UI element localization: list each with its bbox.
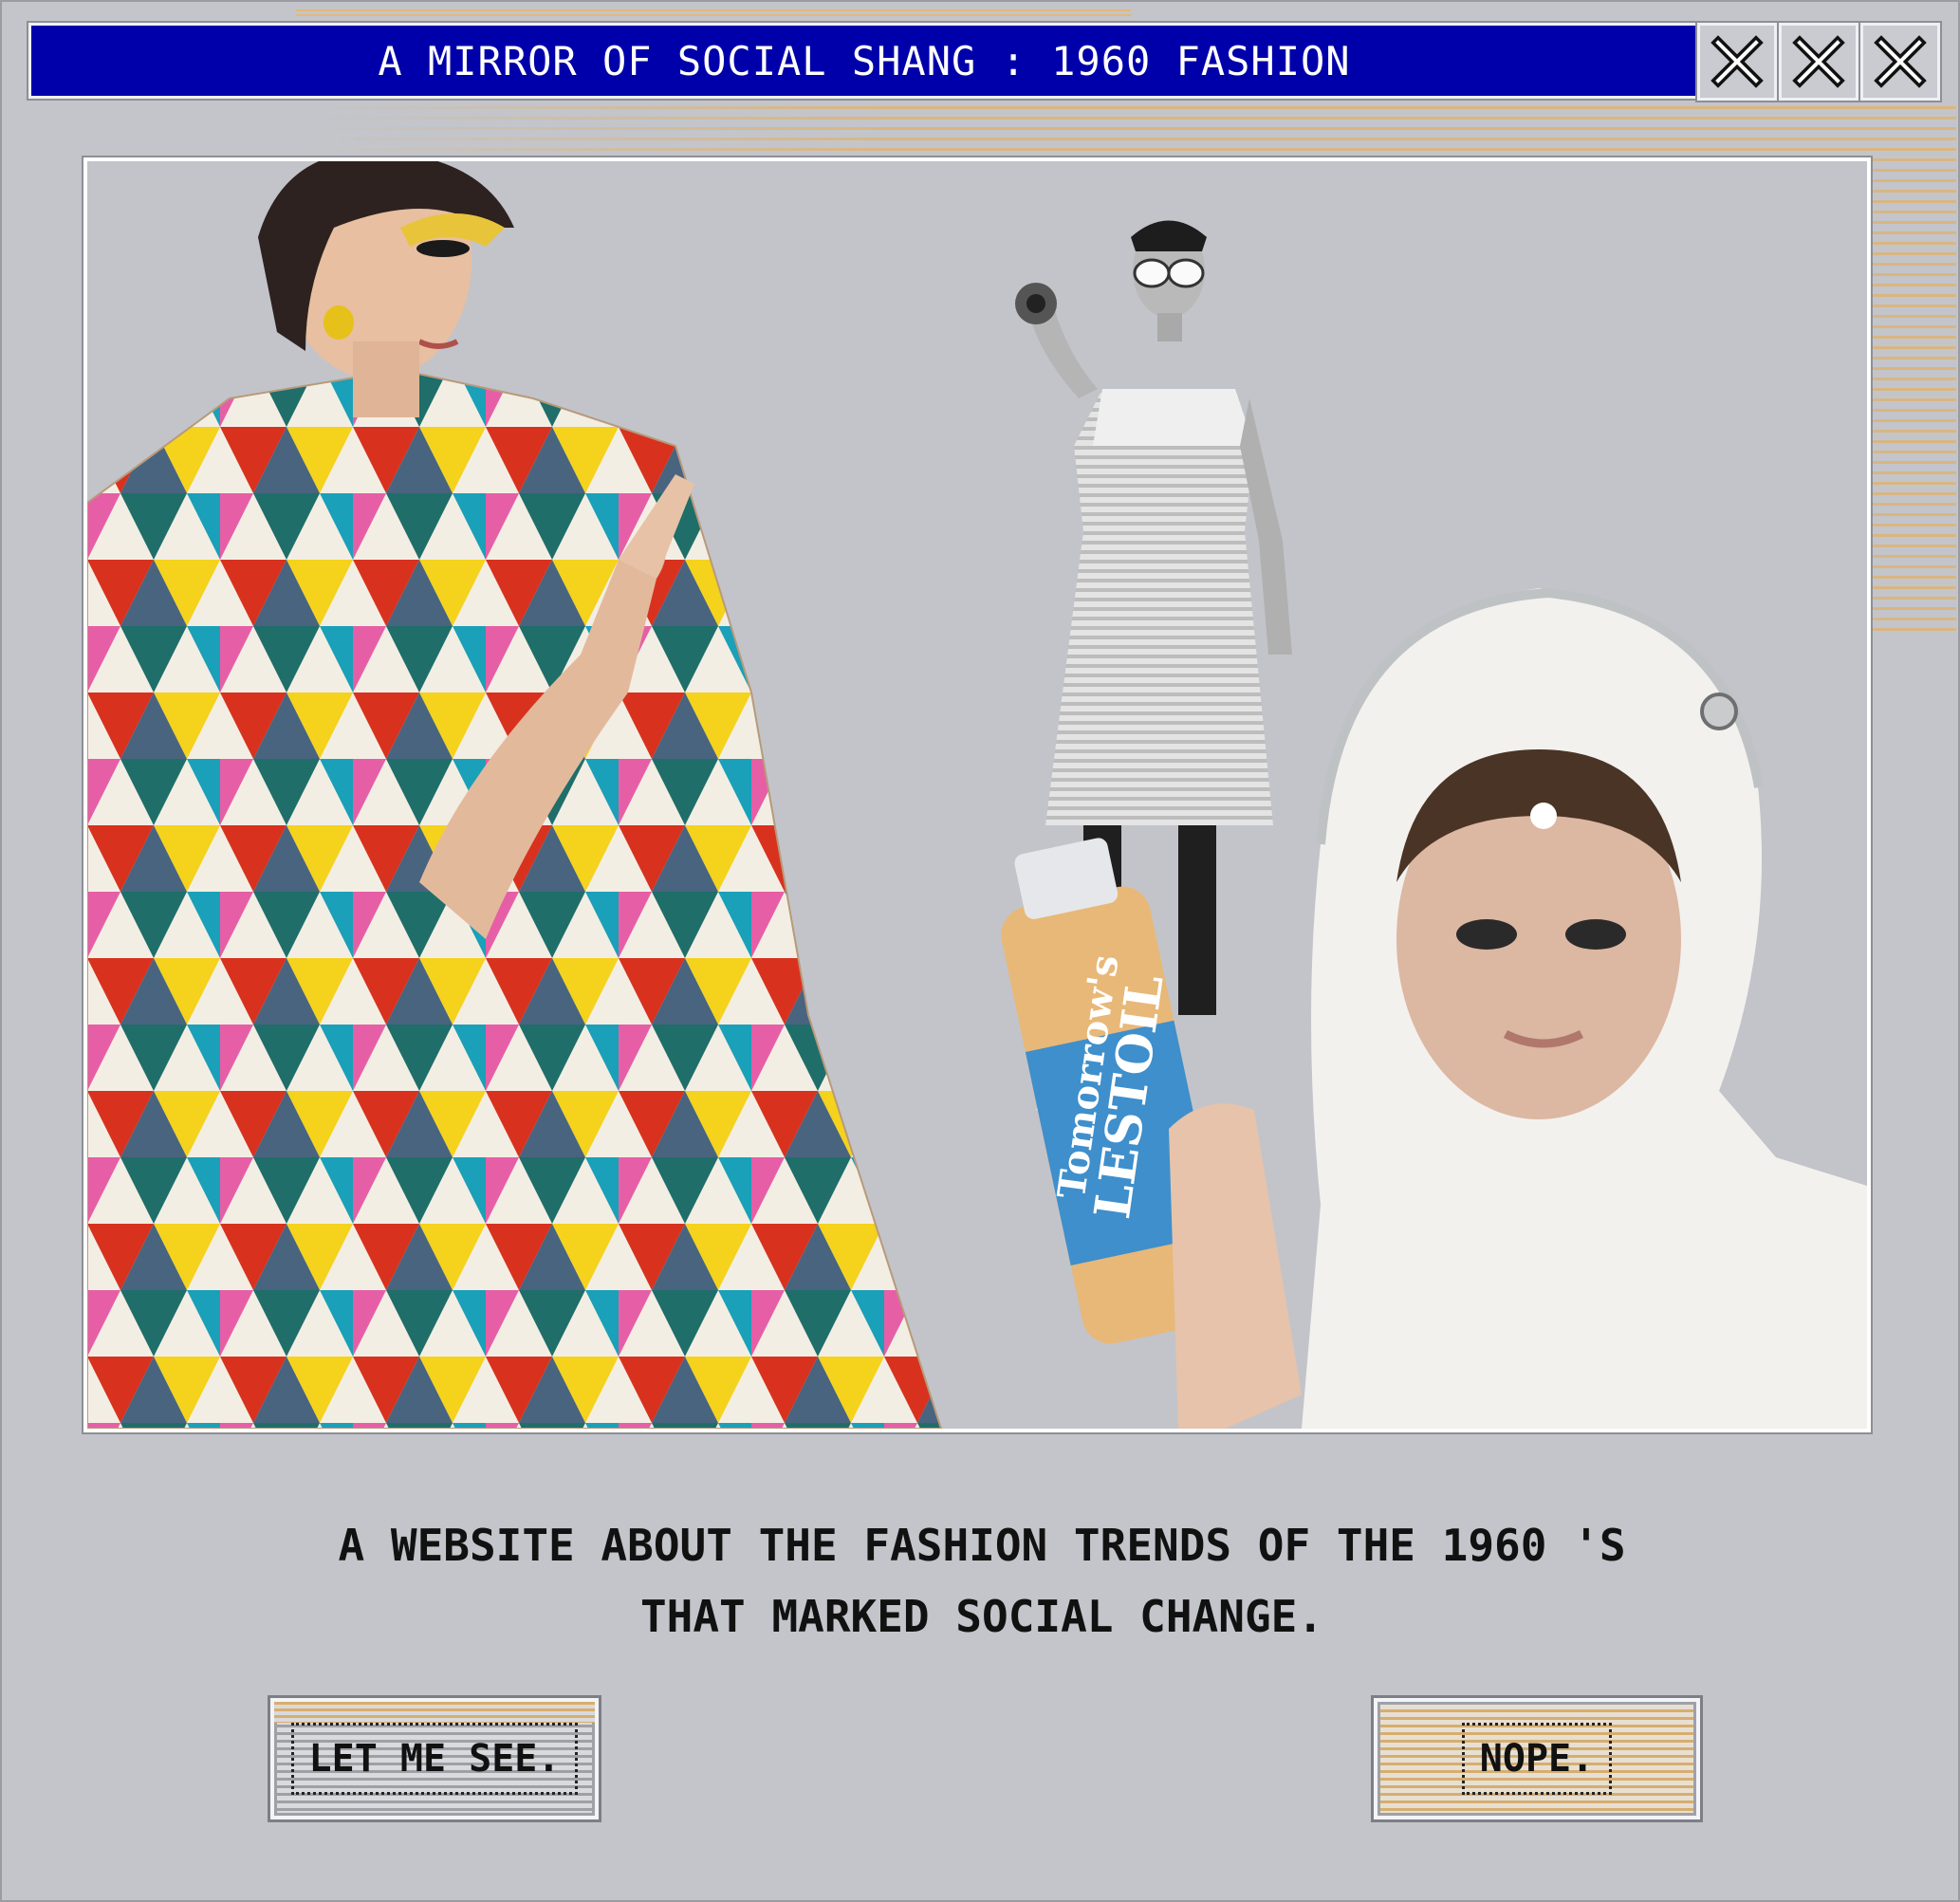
let-me-see-label: LET ME SEE.: [290, 1723, 579, 1795]
intro-line-1: A WEBSITE ABOUT THE FASHION TRENDS OF TH…: [338, 1520, 1626, 1571]
close-icon: [1710, 35, 1764, 88]
app-window: A MIRROR OF SOCIAL SHANG : 1960 FASHION: [0, 0, 1960, 1902]
intro-line-2: THAT MARKED SOCIAL CHANGE.: [639, 1591, 1324, 1642]
close-button-3[interactable]: [1860, 23, 1940, 101]
close-icon: [1874, 35, 1927, 88]
title-bar[interactable]: A MIRROR OF SOCIAL SHANG : 1960 FASHION: [28, 23, 1700, 99]
close-button-2[interactable]: [1779, 23, 1858, 101]
close-button-1[interactable]: [1697, 23, 1777, 101]
decorative-stripes: [296, 9, 1131, 19]
let-me-see-button[interactable]: LET ME SEE.: [270, 1698, 599, 1819]
nope-label: NOPE.: [1461, 1723, 1613, 1795]
close-icon: [1792, 35, 1845, 88]
collage-image: Tomorrow's LESTOIL: [83, 157, 1871, 1432]
fashion-collage-illustration: Tomorrow's LESTOIL: [87, 161, 1867, 1429]
nope-button[interactable]: NOPE.: [1374, 1698, 1700, 1819]
window-title: A MIRROR OF SOCIAL SHANG : 1960 FASHION: [378, 37, 1351, 84]
